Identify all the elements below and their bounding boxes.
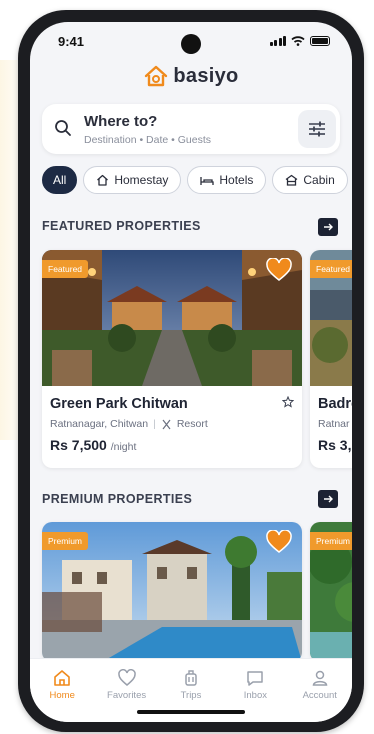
arrow-right-icon xyxy=(324,495,333,503)
property-name: Green Park Chitwan xyxy=(50,396,188,412)
premium-section-title: PREMIUM PROPERTIES xyxy=(42,492,193,506)
utensils-icon xyxy=(162,419,171,429)
chat-icon xyxy=(247,671,264,686)
tab-label: Inbox xyxy=(243,690,267,701)
tab-label: Favorites xyxy=(107,690,147,701)
chip-label: All xyxy=(53,173,67,187)
sliders-icon xyxy=(309,121,325,137)
price-unit: /night xyxy=(110,441,137,453)
property-meta: Ratnar xyxy=(318,418,352,430)
property-location: Ratnar xyxy=(318,418,350,430)
price-amount: Rs 3, xyxy=(318,437,352,453)
chip-cabin[interactable]: Cabin xyxy=(272,166,348,194)
property-card[interactable]: Featured Badre Ratnar Rs 3, xyxy=(310,250,352,468)
wifi-icon xyxy=(291,36,305,46)
status-icons xyxy=(269,36,330,46)
house-logo-icon xyxy=(145,65,168,87)
meta-divider: | xyxy=(153,418,156,430)
tab-inbox[interactable]: Inbox xyxy=(225,669,285,722)
featured-section-title: FEATURED PROPERTIES xyxy=(42,219,201,233)
property-image: Featured xyxy=(310,250,352,386)
heart-filled-icon[interactable] xyxy=(266,258,292,282)
filter-button[interactable] xyxy=(298,110,336,148)
home-icon xyxy=(97,174,109,186)
property-image: Featured xyxy=(42,250,302,386)
premium-badge: Premium xyxy=(310,532,352,550)
tab-label: Home xyxy=(49,690,75,701)
property-card[interactable]: Featured Green Park Chitwan Ratnanagar, … xyxy=(42,250,302,468)
price-amount: Rs 7,500 xyxy=(50,437,107,453)
app-screen: 9:41 basiyo Where to? Destination • Date… xyxy=(30,22,352,722)
property-image: Premium xyxy=(310,522,352,662)
tab-label: Account xyxy=(302,690,337,701)
search-subtitle: Destination • Date • Guests xyxy=(84,134,211,146)
star-icon[interactable] xyxy=(282,396,294,408)
tab-trips[interactable]: Trips xyxy=(161,669,221,722)
search-title: Where to? xyxy=(84,113,158,130)
signal-icon xyxy=(269,36,286,46)
chip-label: Hotels xyxy=(219,173,254,187)
tab-home[interactable]: Home xyxy=(32,669,92,722)
battery-icon xyxy=(310,36,330,46)
search-bar[interactable]: Where to? Destination • Date • Guests xyxy=(42,104,340,154)
heart-icon xyxy=(117,669,136,686)
chip-homestay[interactable]: Homestay xyxy=(83,166,182,194)
status-time: 9:41 xyxy=(58,34,85,49)
premium-see-all-button[interactable] xyxy=(318,490,338,508)
search-icon xyxy=(55,120,71,136)
cabin-icon xyxy=(286,174,298,186)
camera-cutout xyxy=(181,34,201,54)
property-meta: Ratnanagar, Chitwan | Resort xyxy=(50,418,294,430)
tab-favorites[interactable]: Favorites xyxy=(97,669,157,722)
property-type: Resort xyxy=(176,418,208,430)
category-chips: All Homestay Hotels Cabin xyxy=(42,166,352,194)
status-bar: 9:41 xyxy=(30,22,352,62)
property-image: Premium xyxy=(42,522,302,662)
bed-icon xyxy=(200,176,215,185)
chip-label: Homestay xyxy=(114,173,169,187)
featured-badge: Featured xyxy=(310,260,352,278)
home-icon xyxy=(54,670,70,686)
property-card[interactable]: Premium xyxy=(42,522,302,662)
chip-all[interactable]: All xyxy=(42,166,78,194)
property-location: Ratnanagar, Chitwan xyxy=(50,418,149,430)
luggage-icon xyxy=(185,670,197,686)
home-indicator xyxy=(137,710,245,714)
featured-see-all-button[interactable] xyxy=(318,218,338,236)
featured-badge: Featured xyxy=(42,260,89,278)
property-info: Badre Ratnar Rs 3, xyxy=(310,386,352,468)
tab-account[interactable]: Account xyxy=(290,669,350,722)
app-logo: basiyo xyxy=(30,64,352,88)
property-price: Rs 3, xyxy=(318,437,352,453)
property-card[interactable]: Premium xyxy=(310,522,352,662)
property-name: Badre xyxy=(318,396,352,412)
chip-label: Cabin xyxy=(303,173,335,187)
premium-badge: Premium xyxy=(42,532,89,550)
property-info: Green Park Chitwan Ratnanagar, Chitwan |… xyxy=(42,386,302,468)
chip-hotels[interactable]: Hotels xyxy=(187,166,267,194)
brand-name: basiyo xyxy=(173,64,239,87)
user-icon xyxy=(312,670,328,686)
tab-label: Trips xyxy=(180,690,202,701)
heart-filled-icon[interactable] xyxy=(266,530,292,554)
arrow-right-icon xyxy=(324,223,333,231)
property-price: Rs 7,500 /night xyxy=(50,437,294,453)
